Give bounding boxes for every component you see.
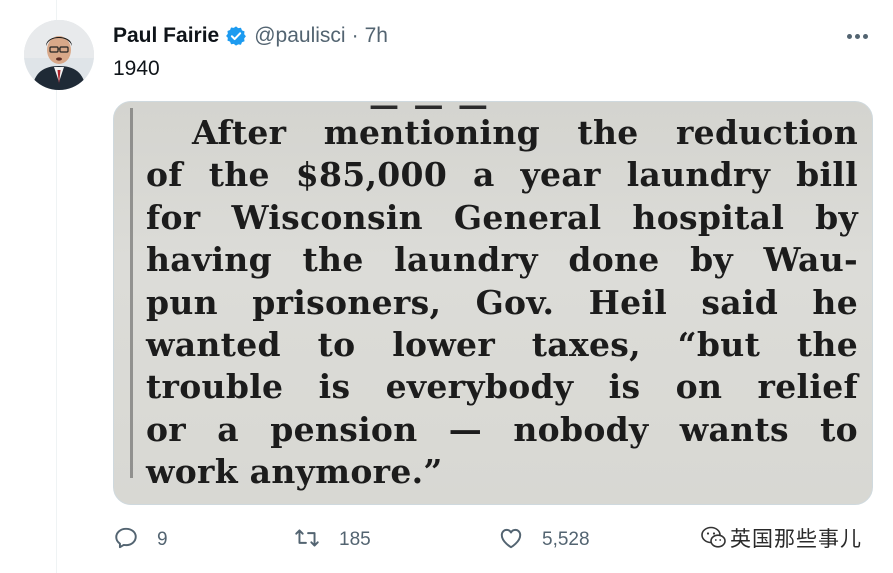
watermark: 英国那些事儿 (700, 521, 862, 555)
clipping-line: pun prisoners, Gov. Heil said he (146, 282, 858, 322)
retweet-icon (293, 525, 321, 556)
clipping-line: of the $85,000 a year laundry bill (146, 155, 858, 195)
watermark-text: 英国那些事儿 (730, 528, 862, 551)
reply-count: 9 (157, 529, 168, 550)
clipping-line: having the laundry done by Wau- (146, 240, 858, 280)
separator-dot: · (351, 24, 359, 47)
clipping-column-rule (130, 108, 133, 478)
reply-button[interactable]: 9 (113, 522, 168, 558)
clipping-line: or a pension — nobody wants to (146, 409, 858, 449)
heart-icon (498, 525, 524, 556)
verified-badge-icon (225, 25, 247, 47)
clipping-line: trouble is everybody is on relief (146, 367, 858, 407)
retweet-button[interactable]: 185 (293, 522, 371, 558)
clipping-line: for Wisconsin General hospital by (146, 197, 858, 237)
more-options-icon[interactable] (843, 24, 871, 48)
wechat-logo-icon (700, 524, 728, 552)
like-count: 5,528 (542, 529, 590, 550)
avatar-image (24, 20, 94, 90)
clipping-line: work anymore.” (146, 452, 443, 492)
avatar[interactable] (24, 20, 94, 90)
timestamp[interactable]: 7h (365, 24, 388, 48)
clipping-line: wanted to lower taxes, “but the (146, 324, 858, 364)
tweet-media-image[interactable]: — — — After mentioning the reduction of … (113, 101, 873, 505)
reply-icon (113, 525, 139, 556)
like-button[interactable]: 5,528 (498, 522, 590, 558)
clipping-text: After mentioning the reduction of the $8… (146, 112, 858, 494)
clipping-line: After mentioning the reduction (192, 113, 858, 152)
tweet-header: Paul Fairie @paulisci · 7h (113, 22, 388, 50)
newspaper-clipping: — — — After mentioning the reduction of … (114, 102, 872, 504)
tweet-text: 1940 (113, 57, 160, 80)
retweet-count: 185 (339, 529, 371, 550)
author-handle[interactable]: @paulisci (254, 24, 345, 48)
author-name[interactable]: Paul Fairie (113, 24, 219, 48)
